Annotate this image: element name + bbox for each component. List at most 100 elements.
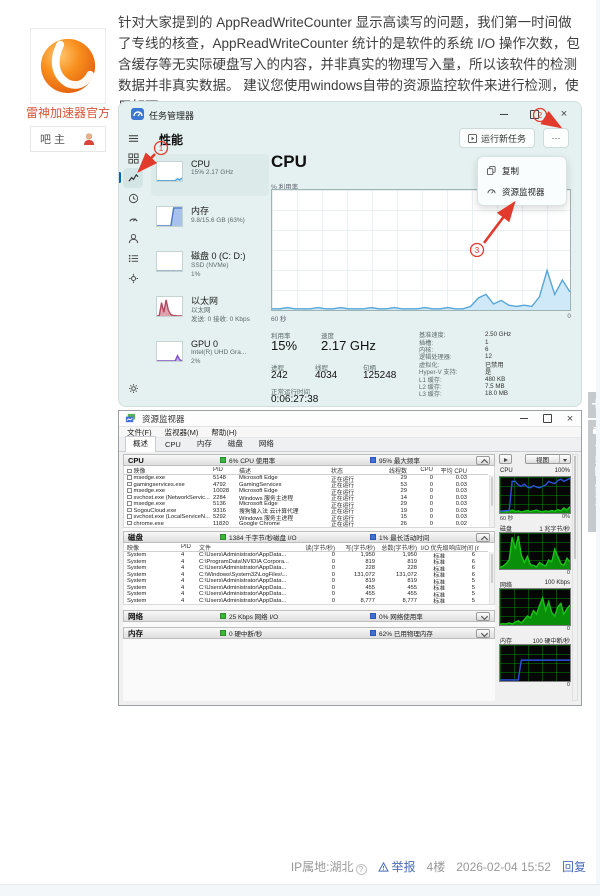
menu-item-resource-monitor[interactable]: 资源监视器 bbox=[481, 181, 563, 202]
hamburger-menu-icon[interactable] bbox=[123, 128, 143, 148]
row-checkbox[interactable] bbox=[127, 495, 132, 500]
tab-overview[interactable]: 概述 bbox=[125, 436, 156, 452]
cpu-utilization-chart bbox=[271, 189, 571, 311]
close-button[interactable] bbox=[565, 414, 575, 424]
app-history-icon[interactable] bbox=[123, 188, 143, 208]
performance-page-title: 性能 bbox=[159, 131, 183, 148]
table-row[interactable]: chrome.exe11820Google Chrome正在运行2600.02 bbox=[124, 521, 488, 528]
sidebar-item-gpu[interactable]: GPU 0 Intel(R) UHD Gra... 2% bbox=[151, 334, 269, 376]
taskmgr-window: 任务管理器 bbox=[118, 101, 582, 407]
sidebar-item-disk[interactable]: 磁盘 0 (C: D:) SSD (NVMe) 1% bbox=[151, 244, 269, 286]
table-scrollbar[interactable] bbox=[489, 475, 494, 527]
tab-cpu[interactable]: CPU bbox=[158, 439, 188, 451]
memory-section-header[interactable]: 内存 0 硬中断/秒 62% 已用物理内存 bbox=[123, 627, 495, 639]
maximize-button[interactable] bbox=[527, 107, 541, 121]
resmon-tabbar: 概述 CPU 内存 磁盘 网络 bbox=[119, 438, 581, 452]
resmon-screenshot-image[interactable]: 资源监视器 文件(F) 监视器(M) 帮助(H) 概述 CPU 内存 磁盘 网络 bbox=[118, 410, 582, 706]
run-new-task-button[interactable]: 运行新任务 bbox=[459, 128, 535, 148]
settings-gear-icon[interactable] bbox=[123, 378, 143, 398]
table-header-row: 映像PID描述状态线程数CPU平均 CPU bbox=[124, 466, 488, 475]
green-legend-square bbox=[220, 630, 226, 636]
table-row[interactable]: svchost.exe (NetworkServic...2284Windows… bbox=[124, 495, 488, 502]
table-row[interactable]: svchost.exe (LocalServiceN...5292Windows… bbox=[124, 514, 488, 521]
author-avatar[interactable] bbox=[30, 28, 106, 104]
report-button[interactable]: 举报 bbox=[378, 858, 416, 875]
green-legend-square bbox=[220, 613, 226, 619]
disk-section-header[interactable]: 磁盘 1384 千字节/秒磁盘 I/O 1% 最长活动时间 bbox=[123, 531, 495, 543]
expand-chevron-icon[interactable] bbox=[476, 629, 490, 638]
dropdown-arrow-icon bbox=[559, 455, 570, 463]
table-row[interactable]: msedge.exe5148Microsoft Edge正在运行2900.03 bbox=[124, 475, 488, 482]
green-legend-square bbox=[220, 457, 226, 463]
tab-network[interactable]: 网络 bbox=[252, 437, 281, 451]
more-options-button[interactable]: ··· bbox=[543, 128, 569, 148]
sidebar-item-memory[interactable]: 内存 9.8/15.6 GB (63%) bbox=[151, 199, 269, 241]
sidebar-item-ethernet[interactable]: 以太网 以太网 发送: 0 接收: 0 Kbps bbox=[151, 289, 269, 331]
disk-activity-table: 映像PID文件读(字节/秒)写(字节/秒)总数(字节/秒)I/O 优先级响应时间… bbox=[123, 543, 495, 605]
menu-item-copy[interactable]: 复制 bbox=[481, 160, 563, 181]
services-icon[interactable] bbox=[123, 268, 143, 288]
collapse-panel-button[interactable] bbox=[499, 454, 512, 464]
timestamp-label: 2026-02-04 15:52 bbox=[456, 860, 551, 874]
post-divider bbox=[0, 884, 600, 896]
network-history-chart: 网络100 Kbps 0 bbox=[499, 580, 571, 633]
resmon-menubar: 文件(F) 监视器(M) 帮助(H) bbox=[119, 427, 581, 438]
tab-memory[interactable]: 内存 bbox=[190, 437, 219, 451]
window-scrollbar[interactable] bbox=[572, 454, 578, 701]
minimize-button[interactable] bbox=[519, 414, 529, 424]
table-row[interactable]: System4C:\Users\Administrator\AppData...… bbox=[124, 598, 488, 605]
menu-monitor[interactable]: 监视器(M) bbox=[165, 427, 199, 438]
row-checkbox[interactable] bbox=[127, 475, 132, 480]
resmon-app-icon bbox=[125, 413, 136, 424]
performance-sidebar: CPU 15% 2.17 GHz 内存 9.8/15.6 GB (63%) 磁盘… bbox=[151, 154, 269, 379]
thunder-logo-icon bbox=[37, 35, 99, 97]
menu-help[interactable]: 帮助(H) bbox=[211, 427, 236, 438]
collapse-chevron-icon[interactable] bbox=[476, 533, 490, 542]
post-footer: IP属地:湖北? 举报 4楼 2026-02-04 15:52 回复 bbox=[291, 858, 586, 875]
tab-disk[interactable]: 磁盘 bbox=[221, 437, 250, 451]
row-checkbox[interactable] bbox=[127, 469, 132, 474]
row-checkbox[interactable] bbox=[127, 501, 132, 506]
row-checkbox[interactable] bbox=[127, 521, 132, 526]
table-row[interactable]: gamingservices.exe4792GamingServices正在运行… bbox=[124, 482, 488, 489]
users-icon[interactable] bbox=[123, 228, 143, 248]
resource-monitor-icon bbox=[487, 187, 496, 196]
ip-location-label: IP属地:湖北? bbox=[291, 858, 367, 875]
stat-value: 2.17 GHz bbox=[321, 338, 376, 353]
row-checkbox[interactable] bbox=[127, 508, 132, 513]
view-dropdown-button[interactable]: 视图 bbox=[525, 454, 571, 464]
cpu-section-header[interactable]: CPU 6% CPU 使用率 95% 最大频率 bbox=[123, 454, 495, 466]
taskmgr-screenshot-image[interactable]: 任务管理器 bbox=[118, 101, 582, 407]
performance-icon[interactable] bbox=[123, 168, 143, 188]
ethernet-thumbnail-chart bbox=[156, 296, 183, 317]
resmon-window-title: 资源监视器 bbox=[142, 413, 513, 425]
stat-value: 242 bbox=[271, 370, 288, 381]
row-checkbox[interactable] bbox=[127, 482, 132, 487]
cpu-section-title: CPU bbox=[271, 152, 307, 172]
expand-chevron-icon[interactable] bbox=[476, 612, 490, 621]
help-question-icon[interactable]: ? bbox=[356, 864, 367, 875]
author-name[interactable]: 雷神加速器官方 bbox=[2, 104, 134, 121]
stat-value: 0:06:27:38 bbox=[271, 394, 318, 405]
reply-button[interactable]: 回复 bbox=[562, 858, 586, 875]
network-section-header[interactable]: 网络 25 Kbps 网络 I/O 0% 网络使用率 bbox=[123, 610, 495, 622]
row-checkbox[interactable] bbox=[127, 488, 132, 493]
startup-apps-icon[interactable] bbox=[123, 208, 143, 228]
chart-x-left-label: 60 秒 bbox=[271, 313, 287, 323]
blue-legend-square bbox=[370, 630, 376, 636]
taskmgr-app-icon bbox=[131, 107, 145, 121]
collapse-chevron-icon[interactable] bbox=[476, 456, 490, 465]
row-checkbox[interactable] bbox=[127, 514, 132, 519]
maximize-button[interactable] bbox=[542, 414, 552, 424]
close-button[interactable] bbox=[557, 107, 571, 121]
minimize-button[interactable] bbox=[497, 107, 511, 121]
forum-post-page: 雷神加速器官方 吧 主 针对大家提到的 AppReadWriteCounter … bbox=[0, 0, 600, 896]
processes-icon[interactable] bbox=[123, 148, 143, 168]
resmon-chart-panel: 视图 CPU100% 60 秒0% 磁盘1 兆字节/秒 0 网络100 K bbox=[499, 454, 571, 701]
table-scrollbar[interactable] bbox=[489, 552, 494, 604]
sidebar-item-cpu[interactable]: CPU 15% 2.17 GHz bbox=[151, 154, 269, 196]
taskmgr-nav-rail bbox=[119, 126, 147, 406]
details-icon[interactable] bbox=[123, 248, 143, 268]
moderator-badge-label: 吧 主 bbox=[40, 131, 65, 147]
green-legend-square bbox=[220, 534, 226, 540]
